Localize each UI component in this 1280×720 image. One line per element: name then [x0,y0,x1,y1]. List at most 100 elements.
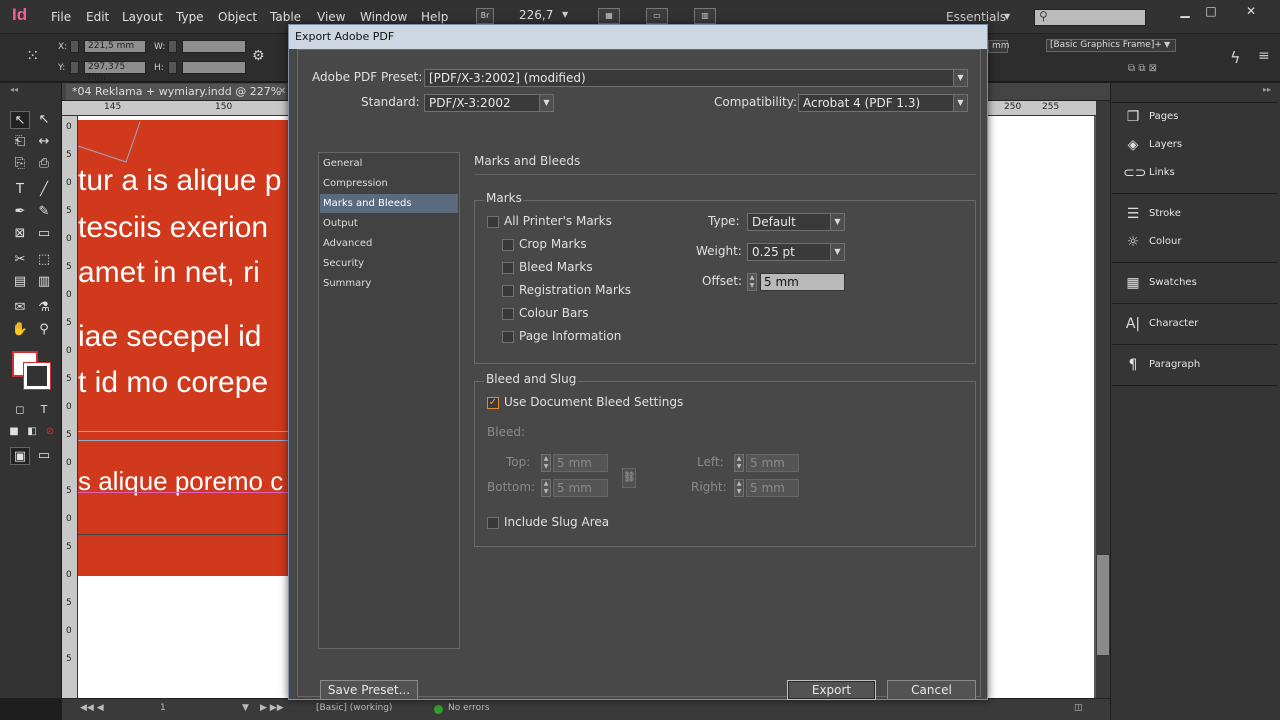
export-button[interactable]: Export [787,680,876,700]
preflight-errors[interactable]: No errors [448,703,490,713]
all-printers-marks-label[interactable]: All Printer's Marks [504,214,612,228]
content-placer-icon[interactable]: ⎙ [34,155,54,173]
bridge-button[interactable]: Br [476,8,494,24]
category-security[interactable]: Security [320,254,458,273]
minimize-icon[interactable]: ▁ [1172,4,1198,20]
free-transform-tool-icon[interactable]: ⬚ [34,251,54,269]
colour-bars-checkbox[interactable] [502,308,514,320]
formatting-text-icon[interactable]: T [34,401,54,419]
menu-window[interactable]: Window [360,10,407,24]
direct-selection-tool-icon[interactable]: ↖ [34,111,54,129]
bleed-marks-checkbox[interactable] [502,262,514,274]
clear-overrides-icon[interactable]: ⧉ ⧉ ⊠ [1128,63,1157,74]
bottom-stepper[interactable]: ▲ ▼ [541,479,551,497]
menu-table[interactable]: Table [270,10,301,24]
standard-dropdown[interactable]: PDF/X-3:2002 ▼ [424,94,554,112]
include-slug-checkbox[interactable] [487,517,499,529]
menu-view[interactable]: View [317,10,345,24]
bleed-marks-label[interactable]: Bleed Marks [519,260,593,274]
h-stepper[interactable] [168,61,177,74]
dialog-titlebar[interactable]: Export Adobe PDF [289,25,987,49]
close-tab-icon[interactable]: ✕ [278,86,286,97]
close-icon[interactable]: ✕ [1238,4,1264,20]
right-field[interactable]: 5 mm [746,479,799,497]
next-page-icon[interactable]: ▶ ▶▶ [260,703,284,713]
rectangle-tool-icon[interactable]: ▭ [34,225,54,243]
view-options-icon[interactable]: ▦ [598,8,620,24]
preflight-profile[interactable]: [Basic] (working) [316,703,392,713]
left-stepper[interactable]: ▲ ▼ [734,454,744,472]
selection-tool-icon[interactable]: ↖ [10,111,30,129]
panel-links[interactable]: ⊂⊃ Links [1123,164,1273,184]
use-document-bleed-label[interactable]: Use Document Bleed Settings [504,395,683,409]
pencil-tool-icon[interactable]: ✎ [34,203,54,221]
save-preset-button[interactable]: Save Preset... [320,680,418,700]
crop-marks-checkbox[interactable] [502,239,514,251]
category-advanced[interactable]: Advanced [320,234,458,253]
constrain-proportions-icon[interactable]: ⚙ [252,48,265,64]
preset-dropdown[interactable]: [PDF/X-3:2002] (modified) ▼ [424,69,968,87]
menu-edit[interactable]: Edit [86,10,109,24]
page-navigation-icon[interactable]: ◀◀ ◀ [80,703,104,713]
reference-point-icon[interactable]: ⁙ [26,46,39,65]
body-text-line[interactable]: tur a is alique p [78,164,281,198]
menu-layout[interactable]: Layout [122,10,163,24]
gap-tool-icon[interactable]: ↔ [34,133,54,151]
search-input[interactable]: ⚲ [1034,9,1146,26]
body-text-line[interactable]: t id mo corepe [78,366,268,400]
pen-tool-icon[interactable]: ✒ [10,203,30,221]
split-view-icon[interactable]: ◫ [1074,703,1083,713]
preview-mode-icon[interactable]: ▭ [34,447,54,465]
apply-none-icon[interactable]: ⊘ [40,423,60,441]
all-printers-marks-checkbox[interactable] [487,216,499,228]
colour-bars-label[interactable]: Colour Bars [519,306,589,320]
category-output[interactable]: Output [320,214,458,233]
offset-field[interactable]: 5 mm [760,273,845,291]
use-document-bleed-checkbox[interactable]: ✓ [487,397,499,409]
formatting-container-icon[interactable]: ◻ [10,401,30,419]
category-summary[interactable]: Summary [320,274,458,293]
zoom-chevron-down-icon[interactable]: ▼ [562,10,568,19]
panel-colour[interactable]: ☼ Colour [1123,233,1273,253]
body-text-line[interactable]: amet in net, ri [78,256,260,290]
zoom-level[interactable]: 226,7 [519,8,553,22]
menu-help[interactable]: Help [421,10,448,24]
page-information-checkbox[interactable] [502,331,514,343]
menu-object[interactable]: Object [218,10,257,24]
screen-mode-icon[interactable]: ▭ [646,8,668,24]
vertical-ruler[interactable]: 0 5 0 5 0 5 0 5 0 5 0 5 0 5 0 5 0 5 0 5 [62,116,78,698]
page-chevron-down-icon[interactable]: ▼ [242,703,249,713]
panel-menu-icon[interactable]: ≡ [1258,48,1270,64]
x-stepper[interactable] [70,40,79,53]
object-style-dropdown[interactable]: [Basic Graphics Frame]+ [1046,39,1176,52]
rectangle-frame-tool-icon[interactable]: ⊠ [10,225,30,243]
maximize-icon[interactable]: □ [1198,4,1224,20]
hand-tool-icon[interactable]: ✋ [10,321,30,339]
eyedropper-tool-icon[interactable]: ⚗ [34,299,54,317]
expand-panels-icon[interactable]: ▸▸ [1263,85,1271,94]
page-tool-icon[interactable]: ⎗ [10,133,30,151]
weight-dropdown[interactable]: 0.25 pt ▼ [747,243,845,261]
left-field[interactable]: 5 mm [746,454,799,472]
category-compression[interactable]: Compression [320,174,458,193]
panel-layers[interactable]: ◈ Layers [1123,136,1273,156]
panel-pages[interactable]: ❐ Pages [1123,108,1273,128]
category-general[interactable]: General [320,154,458,173]
scissors-tool-icon[interactable]: ✂ [10,251,30,269]
crop-marks-label[interactable]: Crop Marks [519,237,587,251]
y-stepper[interactable] [70,61,79,74]
panel-swatches[interactable]: ▦ Swatches [1123,274,1273,294]
top-field[interactable]: 5 mm [553,454,608,472]
collapse-toolbar-icon[interactable]: ◂◂ [10,85,18,94]
note-tool-icon[interactable]: ✉ [10,299,30,317]
panel-paragraph[interactable]: ¶ Paragraph [1123,356,1273,376]
apply-gradient-icon[interactable]: ◧ [22,423,42,441]
document-tab[interactable]: *04 Reklama + wymiary.indd @ 227% [66,84,286,100]
y-field[interactable]: 297,375 mm [84,61,146,83]
menu-type[interactable]: Type [176,10,204,24]
page-number[interactable]: 1 [160,703,166,713]
line-tool-icon[interactable]: ╱ [34,181,54,199]
apply-colour-icon[interactable]: ■ [4,423,24,441]
chain-link-icon[interactable]: ⛓ [622,468,636,488]
category-marks-and-bleeds[interactable]: Marks and Bleeds [320,194,458,213]
